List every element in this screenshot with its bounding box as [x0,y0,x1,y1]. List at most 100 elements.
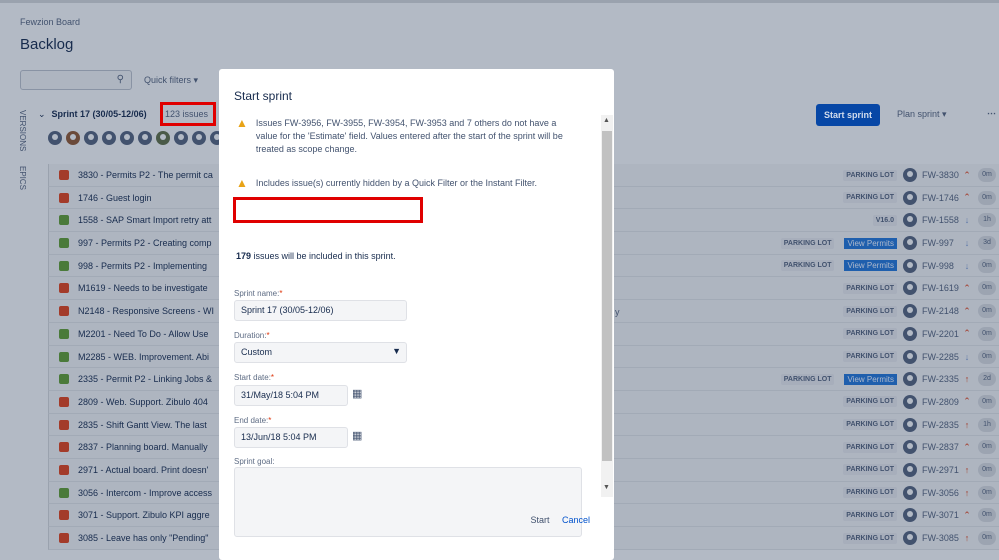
epic-label[interactable]: PARKING LOT [843,532,897,544]
bug-icon [59,306,69,317]
issue-key[interactable]: FW-2335 [922,374,960,384]
avatar[interactable] [120,131,134,145]
epic-label[interactable]: PARKING LOT [780,373,835,385]
select-arrow-icon: ▼ [392,346,401,356]
sprint-name-field[interactable]: Sprint 17 (30/05-12/06) [234,300,407,321]
cancel-link[interactable]: Cancel [562,515,590,525]
avatar[interactable] [903,258,917,273]
epic-label[interactable]: PARKING LOT [843,396,897,408]
scroll-down-icon[interactable]: ▼ [603,484,610,491]
row-meta: PARKING LOT View Permits FW-2335 ↑ 2d [780,371,999,387]
estimate-badge: 0m [978,190,996,205]
epic-label[interactable]: PARKING LOT [843,328,897,340]
issue-key[interactable]: FW-2835 [922,420,960,430]
epic-label[interactable]: PARKING LOT [843,464,897,476]
avatar[interactable] [903,440,917,455]
duration-select[interactable]: Custom ▼ [234,342,407,363]
scroll-up-icon[interactable]: ▲ [603,117,610,124]
avatar[interactable] [903,508,917,523]
issue-key[interactable]: FW-1746 [922,193,960,203]
avatar[interactable] [903,190,917,205]
issue-key[interactable]: FW-1558 [922,215,960,225]
avatar[interactable] [156,131,170,145]
avatar[interactable] [903,485,917,500]
end-date-field[interactable]: 13/Jun/18 5:04 PM [234,427,348,448]
issue-key[interactable]: FW-3071 [922,510,960,520]
estimate-badge: 0m [978,281,996,296]
avatar[interactable] [66,131,80,145]
priority-highest-icon: ⌃ [963,305,971,316]
epic-label[interactable]: PARKING LOT [780,237,835,249]
epic-label[interactable]: PARKING LOT [843,351,897,362]
avatar[interactable] [138,131,152,145]
more-icon[interactable]: ⋯ [987,108,996,119]
avatar[interactable] [903,462,917,477]
avatar[interactable] [903,168,917,182]
issue-key[interactable]: FW-998 [922,261,960,271]
start-date-field[interactable]: 31/May/18 5:04 PM [234,385,348,406]
avatar[interactable] [48,131,62,145]
fix-version-label[interactable]: View Permits [844,373,897,385]
avatar[interactable] [903,304,917,319]
issue-key[interactable]: FW-2201 [922,329,960,339]
project-name[interactable]: Fewzion Board [20,17,80,27]
avatar[interactable] [903,531,917,545]
avatar[interactable] [903,236,917,251]
chevron-down-icon[interactable]: ⌄ [38,109,46,119]
epic-label[interactable]: PARKING LOT [843,419,897,431]
issue-key[interactable]: FW-2971 [922,465,960,475]
avatar[interactable] [903,213,917,228]
epic-label[interactable]: PARKING LOT [843,509,897,521]
story-icon [59,238,69,249]
row-meta: PARKING LOT FW-2971 ↑ 0m [843,462,999,478]
included-issues-text: 179 issues will be included in this spri… [236,251,396,261]
plan-sprint-button[interactable]: Plan sprint ▾ [897,109,947,120]
epic-label[interactable]: PARKING LOT [843,169,897,181]
row-meta: PARKING LOT FW-1619 ⌃ 0m [843,280,999,296]
search-input[interactable]: ⚲ [20,70,132,90]
estimate-warning-text: Issues FW-3956, FW-3955, FW-3954, FW-395… [255,118,563,154]
avatar[interactable] [903,349,917,364]
issue-key[interactable]: FW-3085 [922,533,960,543]
avatar[interactable] [192,131,206,145]
fix-version-label[interactable]: View Permits [844,237,897,249]
epic-label[interactable]: V16.0 [872,214,897,226]
issue-key[interactable]: FW-1619 [922,283,960,293]
quick-filters-dropdown[interactable]: Quick filters ▾ [144,75,198,86]
avatar[interactable] [903,394,917,409]
calendar-icon[interactable]: ▦ [352,387,362,400]
issue-key[interactable]: FW-2285 [922,352,960,362]
epic-label[interactable]: PARKING LOT [843,192,897,204]
scrollbar-thumb[interactable] [602,131,612,461]
start-button[interactable]: Start [520,509,560,531]
avatar[interactable] [903,417,917,432]
estimate-warning: ▲ Issues FW-3956, FW-3955, FW-3954, FW-3… [236,117,576,156]
epics-tab[interactable]: EPICS [18,166,27,190]
issue-key[interactable]: FW-3830 [922,170,960,180]
avatar[interactable] [903,281,917,296]
sprint-header[interactable]: ⌄ Sprint 17 (30/05-12/06) [38,109,147,120]
epic-label[interactable]: PARKING LOT [843,305,897,317]
calendar-icon[interactable]: ▦ [352,429,362,442]
avatar[interactable] [102,131,116,145]
issue-key[interactable]: FW-2148 [922,306,960,316]
bug-icon [59,510,69,521]
priority-highest-icon: ⌃ [963,192,971,203]
bug-icon [59,192,69,203]
issue-key[interactable]: FW-2837 [922,442,960,452]
avatar[interactable] [174,131,188,145]
issue-key[interactable]: FW-997 [922,238,960,248]
start-sprint-button[interactable]: Start sprint [816,104,880,126]
avatar[interactable] [84,131,98,145]
epic-label[interactable]: PARKING LOT [843,441,897,453]
avatar[interactable] [903,326,917,341]
issue-key[interactable]: FW-3056 [922,488,960,498]
avatar[interactable] [903,372,917,387]
epic-label[interactable]: PARKING LOT [843,282,897,294]
versions-tab[interactable]: VERSIONS [18,110,27,151]
epic-label[interactable]: PARKING LOT [780,260,835,272]
fix-version-label[interactable]: View Permits [844,260,897,272]
bug-icon [59,396,69,407]
epic-label[interactable]: PARKING LOT [843,487,897,499]
issue-key[interactable]: FW-2809 [922,397,960,407]
